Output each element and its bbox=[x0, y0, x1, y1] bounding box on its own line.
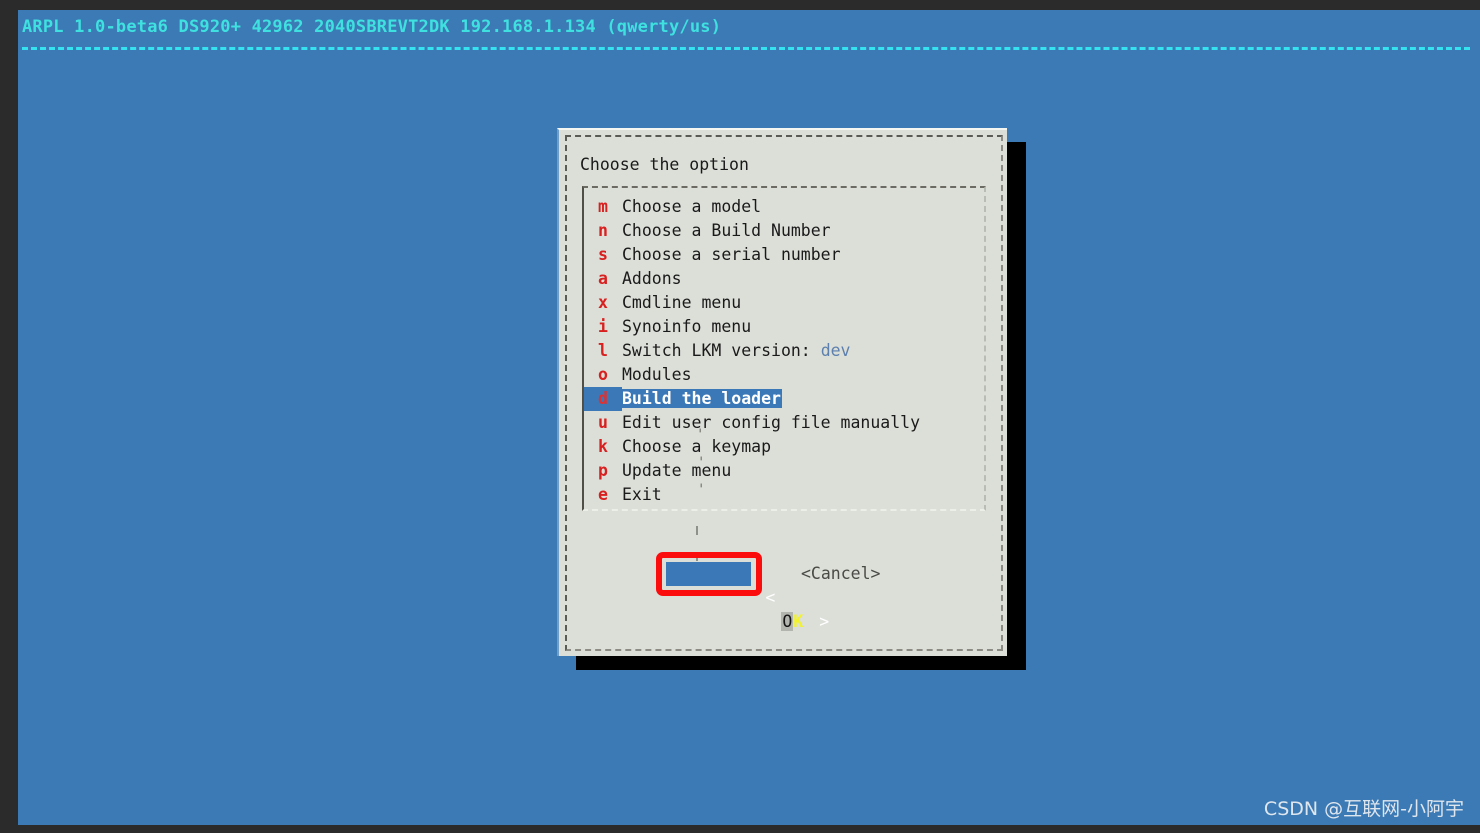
status-line: ARPL 1.0-beta6 DS920+ 42962 2040SBREVT2D… bbox=[22, 17, 722, 37]
menu-item-label: Cmdline menu bbox=[622, 293, 741, 312]
menu-item-a[interactable]: a Addons bbox=[584, 267, 984, 291]
menu-item-label: Modules bbox=[622, 365, 692, 384]
menu-item-label-text: Build the loader bbox=[622, 389, 781, 408]
menu-list: m Choose a model n Choose a Build Number s Ch… bbox=[584, 195, 984, 507]
menu-item-label-text: Choose a Build Number bbox=[622, 221, 831, 240]
menu-item-hotkey: u bbox=[598, 413, 608, 432]
render-artifact-glyph-1: ' bbox=[697, 455, 706, 471]
menu-item-label: Addons bbox=[622, 269, 682, 288]
menu-item-hotkey: p bbox=[598, 461, 608, 480]
render-artifact-glyph-3: ' bbox=[696, 427, 705, 443]
menu-item-label: Choose a Build Number bbox=[622, 221, 831, 240]
menu-item-s[interactable]: s Choose a serial number bbox=[584, 243, 984, 267]
menu-item-label-text: Edit user config file manually bbox=[622, 413, 921, 432]
choose-option-dialog: Choose the option m Choose a model n Choose… bbox=[557, 128, 1007, 656]
menu-item-hotkey: a bbox=[598, 269, 608, 288]
menu-item-k[interactable]: k Choose a keymap bbox=[584, 435, 984, 459]
menu-listbox[interactable]: m Choose a model n Choose a Build Number s Ch… bbox=[582, 186, 986, 511]
menu-item-label: Exit bbox=[622, 485, 662, 504]
terminal-console[interactable]: ARPL 1.0-beta6 DS920+ 42962 2040SBREVT2D… bbox=[18, 10, 1480, 825]
menu-item-label-text: Addons bbox=[622, 269, 682, 288]
menu-item-label: Choose a serial number bbox=[622, 245, 841, 264]
menu-item-hotkey: x bbox=[598, 293, 608, 312]
menu-item-l[interactable]: l Switch LKM version: dev bbox=[584, 339, 984, 363]
menu-item-hotkey: d bbox=[584, 387, 622, 411]
ok-label-o: O bbox=[781, 612, 794, 631]
menu-item-hotkey: m bbox=[598, 197, 608, 216]
menu-item-hotkey: e bbox=[598, 485, 608, 504]
menu-item-hotkey: o bbox=[598, 365, 608, 384]
menu-item-label: Choose a model bbox=[622, 197, 761, 216]
menu-item-label: Synoinfo menu bbox=[622, 317, 751, 336]
menu-item-n[interactable]: n Choose a Build Number bbox=[584, 219, 984, 243]
menu-item-u[interactable]: u Edit user config file manually bbox=[584, 411, 984, 435]
menu-item-hotkey: l bbox=[598, 341, 608, 360]
menu-item-x[interactable]: x Cmdline menu bbox=[584, 291, 984, 315]
render-artifact-glyph-2: ' bbox=[697, 482, 706, 498]
menu-item-i[interactable]: i Synoinfo menu bbox=[584, 315, 984, 339]
menu-item-label: Edit user config file manually bbox=[622, 413, 920, 432]
dialog-button-row: < OK > <Cancel> bbox=[559, 550, 1007, 631]
menu-item-hotkey: k bbox=[598, 437, 608, 456]
menu-item-label: Update menu bbox=[622, 461, 731, 480]
menu-item-value: dev bbox=[820, 341, 851, 360]
menu-item-hotkey: s bbox=[598, 245, 608, 264]
menu-item-label: Build the loader bbox=[622, 389, 782, 408]
ok-left-arrow: < bbox=[765, 588, 776, 607]
menu-item-o[interactable]: o Modules bbox=[584, 363, 984, 387]
menu-item-label-text: Choose a serial number bbox=[622, 245, 841, 264]
screenshot-root: ARPL 1.0-beta6 DS920+ 42962 2040SBREVT2D… bbox=[0, 0, 1480, 833]
watermark: CSDN @互联网-小阿宇 bbox=[1263, 798, 1464, 820]
menu-item-label-text: Choose a model bbox=[622, 197, 762, 216]
menu-item-label: Switch LKM version: dev bbox=[622, 341, 851, 360]
menu-item-d[interactable]: d Build the loader bbox=[584, 387, 984, 411]
scroll-tick-top bbox=[696, 526, 698, 535]
dialog-title: Choose the option bbox=[580, 155, 749, 174]
menu-item-label-text: Switch LKM version: bbox=[622, 341, 821, 360]
ok-label-k: K bbox=[793, 612, 804, 631]
menu-item-label-text: Modules bbox=[622, 365, 692, 384]
menu-item-e[interactable]: e Exit bbox=[584, 483, 984, 507]
menu-item-label-text: Update menu bbox=[622, 461, 732, 480]
menu-item-hotkey: n bbox=[598, 221, 608, 240]
ok-button-annotation-box bbox=[656, 552, 762, 596]
cancel-button[interactable]: <Cancel> bbox=[801, 562, 880, 586]
menu-item-label-text: Synoinfo menu bbox=[622, 317, 752, 336]
status-divider bbox=[22, 47, 1470, 50]
menu-item-p[interactable]: p Update menu bbox=[584, 459, 984, 483]
menu-item-hotkey: i bbox=[598, 317, 608, 336]
menu-item-label-text: Cmdline menu bbox=[622, 293, 742, 312]
menu-item-label-text: Exit bbox=[622, 485, 662, 504]
ok-right-arrow: > bbox=[819, 612, 830, 631]
menu-item-m[interactable]: m Choose a model bbox=[584, 195, 984, 219]
